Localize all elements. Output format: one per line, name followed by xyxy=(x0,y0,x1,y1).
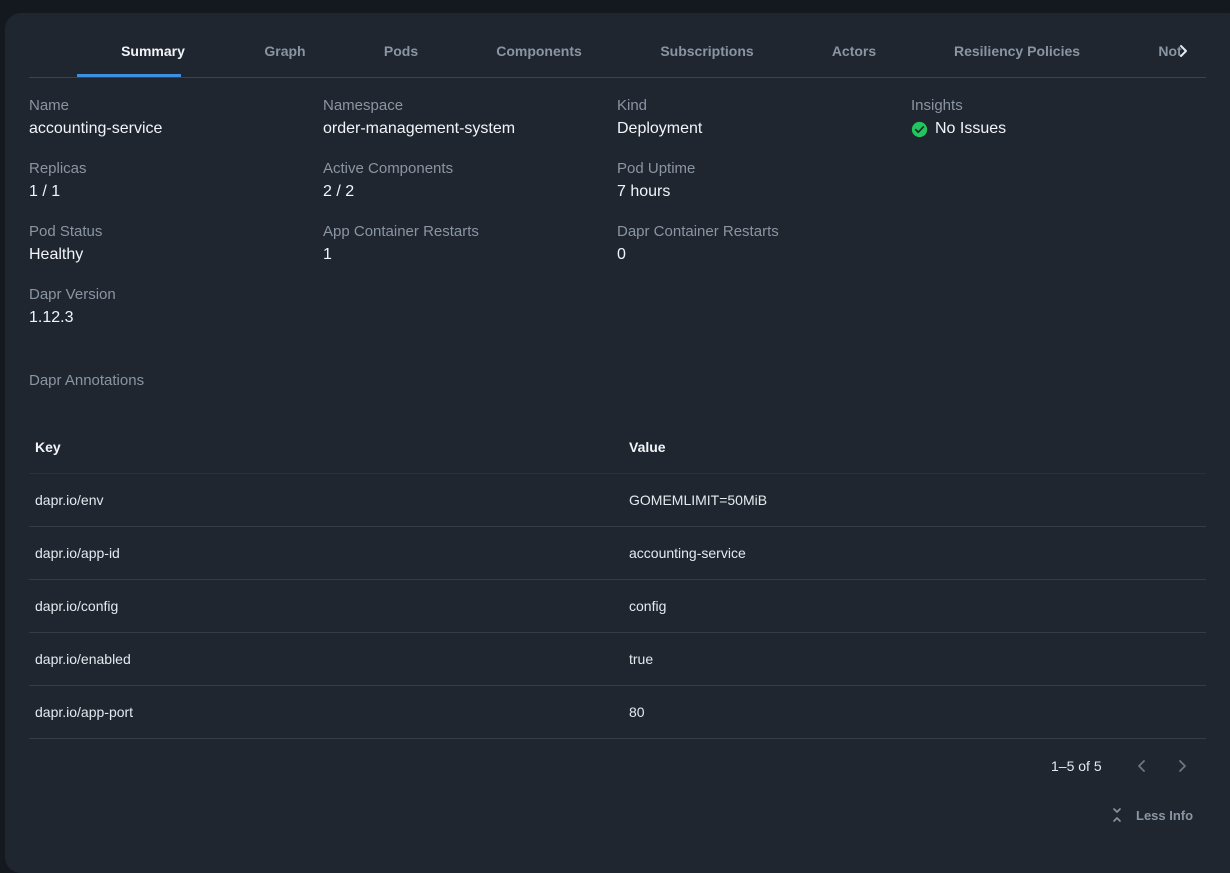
check-circle-icon xyxy=(911,121,928,137)
collapse-icon xyxy=(1113,808,1121,822)
info-pod-status: Pod Status Healthy xyxy=(29,223,102,265)
pagination-range: 1–5 of 5 xyxy=(1051,758,1102,774)
info-active-components: Active Components 2 / 2 xyxy=(323,160,453,202)
info-namespace: Namespace order-management-system xyxy=(323,97,515,139)
tab-scroll-right-button[interactable] xyxy=(1173,41,1193,61)
tab-actors[interactable]: Actors xyxy=(832,43,876,59)
namespace-value: order-management-system xyxy=(323,120,516,137)
tab-subscriptions[interactable]: Subscriptions xyxy=(660,43,753,59)
annotations-table: Key Value dapr.io/env GOMEMLIMIT=50MiB d… xyxy=(29,421,1206,739)
replicas-value: 1 / 1 xyxy=(29,183,61,200)
column-header-key[interactable]: Key xyxy=(29,439,623,455)
tab-graph[interactable]: Graph xyxy=(264,43,305,59)
chevron-right-icon xyxy=(1180,45,1187,57)
annotation-value: 80 xyxy=(629,704,645,720)
annotations-section-title: Dapr Annotations xyxy=(29,372,145,389)
pod-uptime-label: Pod Uptime xyxy=(617,160,696,177)
kind-label: Kind xyxy=(617,97,648,114)
annotation-value: config xyxy=(629,598,667,614)
app-container-restarts-label: App Container Restarts xyxy=(323,223,479,240)
replicas-label: Replicas xyxy=(29,160,87,177)
pod-status-value: Healthy xyxy=(29,246,84,263)
dapr-container-restarts-value: 0 xyxy=(617,246,626,263)
info-insights: Insights No Issues xyxy=(911,97,1006,139)
annotation-value: GOMEMLIMIT=50MiB xyxy=(629,492,768,508)
info-dapr-container-restarts: Dapr Container Restarts 0 xyxy=(617,223,779,265)
info-dapr-version: Dapr Version 1.12.3 xyxy=(29,286,116,328)
next-page-button[interactable] xyxy=(1173,757,1191,775)
table-row: dapr.io/app-port 80 xyxy=(29,686,1206,739)
table-row: dapr.io/env GOMEMLIMIT=50MiB xyxy=(29,474,1206,527)
name-value: accounting-service xyxy=(29,120,163,137)
annotation-key: dapr.io/app-id xyxy=(35,545,120,561)
annotation-key: dapr.io/enabled xyxy=(35,651,131,667)
column-header-value[interactable]: Value xyxy=(623,439,1206,455)
dapr-container-restarts-label: Dapr Container Restarts xyxy=(617,223,779,240)
chevron-left-icon xyxy=(1138,760,1145,772)
insights-value: No Issues xyxy=(911,119,1006,139)
app-container-restarts-value: 1 xyxy=(323,246,332,263)
previous-page-button[interactable] xyxy=(1133,757,1151,775)
details-panel: Summary Graph Pods Components Subscripti… xyxy=(5,13,1230,873)
name-label: Name xyxy=(29,97,70,114)
active-tab-indicator xyxy=(77,74,181,77)
annotation-value: accounting-service xyxy=(629,545,746,561)
info-pod-uptime: Pod Uptime 7 hours xyxy=(617,160,695,202)
table-row: dapr.io/config config xyxy=(29,580,1206,633)
table-header: Key Value xyxy=(29,421,1206,474)
insights-label: Insights xyxy=(911,97,963,114)
active-components-value: 2 / 2 xyxy=(323,183,355,200)
tab-summary[interactable]: Summary xyxy=(121,43,185,59)
kind-value: Deployment xyxy=(617,120,703,137)
tab-components[interactable]: Components xyxy=(496,43,582,59)
annotation-key: dapr.io/env xyxy=(35,492,104,508)
pod-status-label: Pod Status xyxy=(29,223,103,240)
insights-status-text: No Issues xyxy=(935,120,1007,137)
pod-uptime-value: 7 hours xyxy=(617,183,671,200)
annotation-key: dapr.io/app-port xyxy=(35,704,134,720)
table-row: dapr.io/app-id accounting-service xyxy=(29,527,1206,580)
info-replicas: Replicas 1 / 1 xyxy=(29,160,87,202)
annotation-value: true xyxy=(629,651,654,667)
table-row: dapr.io/enabled true xyxy=(29,633,1206,686)
chevron-right-icon xyxy=(1179,760,1186,772)
dapr-version-label: Dapr Version xyxy=(29,286,116,303)
annotation-key: dapr.io/config xyxy=(35,598,119,614)
active-components-label: Active Components xyxy=(323,160,454,177)
namespace-label: Namespace xyxy=(323,97,404,114)
info-kind: Kind Deployment xyxy=(617,97,702,139)
info-app-container-restarts: App Container Restarts 1 xyxy=(323,223,479,265)
less-info-label: Less Info xyxy=(1136,807,1194,823)
less-info-button[interactable]: Less Info xyxy=(1111,807,1193,823)
info-name: Name accounting-service xyxy=(29,97,162,139)
tab-resiliency-policies[interactable]: Resiliency Policies xyxy=(954,43,1080,59)
dapr-version-value: 1.12.3 xyxy=(29,309,74,326)
tab-bar: Summary Graph Pods Components Subscripti… xyxy=(29,13,1206,78)
tab-pods[interactable]: Pods xyxy=(384,43,418,59)
